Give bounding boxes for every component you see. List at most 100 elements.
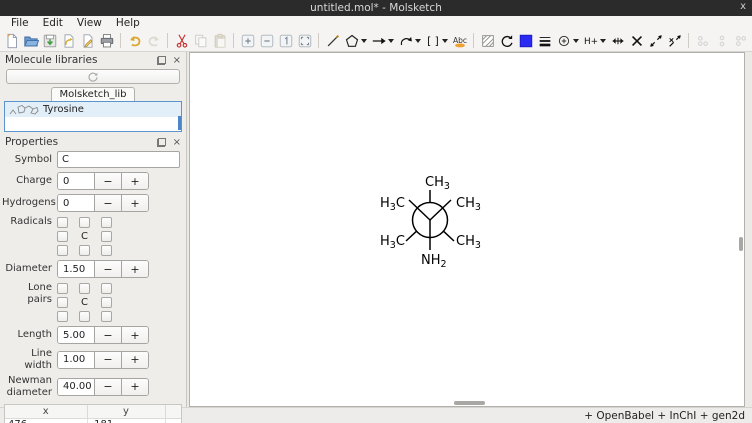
library-panel-header: Molecule libraries × <box>0 53 186 67</box>
menu-help[interactable]: Help <box>109 17 147 29</box>
hydrogen-tool-dropdown-icon[interactable] <box>600 39 606 43</box>
close-panel-icon[interactable]: × <box>173 56 181 65</box>
diameter-decrease-button[interactable]: − <box>94 261 121 277</box>
close-panel-icon[interactable]: × <box>173 138 181 147</box>
library-list-scrollbar[interactable] <box>178 116 181 130</box>
ring-tool-dropdown-icon[interactable] <box>361 39 367 43</box>
drawing-canvas[interactable]: CH3 H3C CH3 H3C CH3 NH2 <box>189 52 745 407</box>
horizontal-scrollbar[interactable] <box>454 401 485 405</box>
lone-pairs-checkbox[interactable] <box>101 297 112 308</box>
zoom-original-button[interactable] <box>276 31 295 50</box>
line-width-value[interactable]: 1.00 <box>58 352 94 368</box>
coord-cell[interactable] <box>165 418 181 423</box>
align-middle-icon <box>714 33 730 49</box>
lone-pairs-checkbox[interactable] <box>101 311 112 322</box>
vertical-scrollbar[interactable] <box>739 237 743 251</box>
length-value[interactable]: 5.00 <box>58 327 94 343</box>
diameter-increase-button[interactable]: + <box>121 261 148 277</box>
zoom-in-button[interactable] <box>238 31 257 50</box>
line-width-increase-button[interactable]: + <box>121 352 148 368</box>
diameter-value[interactable]: 1.50 <box>58 261 94 277</box>
tab-molsketch-lib[interactable]: Molsketch_lib <box>51 87 136 101</box>
library-item-tyrosine[interactable]: Tyrosine <box>5 102 181 117</box>
hydrogen-tool-button[interactable]: H+ <box>581 31 600 50</box>
newman-diameter-increase-button[interactable]: + <box>121 379 148 395</box>
charge-tool-dropdown-icon[interactable] <box>573 39 579 43</box>
text-tool-button[interactable]: Abc <box>450 31 469 50</box>
charge-value[interactable]: 0 <box>58 173 94 189</box>
reaction-arrow-tool-button[interactable] <box>369 31 388 50</box>
color-tool-button[interactable] <box>516 31 535 50</box>
bracket-tool-button[interactable]: [ ] <box>423 31 442 50</box>
length-increase-button[interactable]: + <box>121 327 148 343</box>
coord-column-header: y <box>87 405 165 418</box>
hatch-tool-button[interactable] <box>478 31 497 50</box>
save-as-document-button[interactable] <box>59 31 78 50</box>
radicals-checkbox[interactable] <box>57 217 68 228</box>
rotate-tool-button[interactable] <box>497 31 516 50</box>
line-width-tool-icon <box>537 33 553 49</box>
radicals-checkbox[interactable] <box>101 245 112 256</box>
charge-tool-button[interactable] <box>554 31 573 50</box>
window-title: untitled.mol* - Molsketch <box>0 2 752 14</box>
menu-edit[interactable]: Edit <box>36 17 70 29</box>
zoom-out-button[interactable] <box>257 31 276 50</box>
draw-tool-icon <box>325 33 341 49</box>
copy-button <box>191 31 210 50</box>
charge-decrease-button[interactable]: − <box>94 173 121 189</box>
charge-increase-button[interactable]: + <box>121 173 148 189</box>
unmap-atoms-tool-button[interactable] <box>665 31 684 50</box>
radicals-checkbox[interactable] <box>101 231 112 242</box>
newman-diameter-decrease-button[interactable]: − <box>94 379 121 395</box>
refresh-library-button[interactable] <box>6 69 180 84</box>
lone-pairs-checkbox[interactable] <box>101 283 112 294</box>
draw-tool-button[interactable] <box>323 31 342 50</box>
coord-table-row[interactable]: 476-181 <box>5 418 181 423</box>
delete-tool-button[interactable] <box>627 31 646 50</box>
hydrogens-decrease-button[interactable]: − <box>94 195 121 211</box>
length-decrease-button[interactable]: − <box>94 327 121 343</box>
print-document-button[interactable] <box>97 31 116 50</box>
coord-cell[interactable]: 476 <box>5 418 87 423</box>
menu-file[interactable]: File <box>4 17 36 29</box>
lone-pairs-checkbox[interactable] <box>79 283 90 294</box>
export-document-button[interactable] <box>78 31 97 50</box>
lone-pairs-checkbox[interactable] <box>57 297 68 308</box>
menu-view[interactable]: View <box>70 17 109 29</box>
cut-button[interactable] <box>172 31 191 50</box>
coord-cell[interactable]: -181 <box>87 418 165 423</box>
move-tool-button[interactable] <box>608 31 627 50</box>
radicals-checkbox[interactable] <box>79 217 90 228</box>
lone-pairs-checkbox[interactable] <box>57 283 68 294</box>
mechanism-arrow-tool-button[interactable] <box>396 31 415 50</box>
save-document-button[interactable] <box>40 31 59 50</box>
reaction-arrow-tool-dropdown-icon[interactable] <box>388 39 394 43</box>
window-close-button[interactable]: x <box>740 1 746 12</box>
new-document-button[interactable] <box>2 31 21 50</box>
lone-pairs-checkbox[interactable] <box>57 311 68 322</box>
align-top-icon <box>733 33 749 49</box>
symbol-input[interactable]: C <box>57 151 180 168</box>
radicals-checkbox[interactable] <box>79 245 90 256</box>
float-panel-icon[interactable] <box>157 138 166 147</box>
line-width-tool-button[interactable] <box>535 31 554 50</box>
radicals-checkbox[interactable] <box>101 217 112 228</box>
radicals-checkbox[interactable] <box>57 231 68 242</box>
save-document-icon <box>42 33 58 49</box>
hydrogens-value[interactable]: 0 <box>58 195 94 211</box>
bracket-tool-dropdown-icon[interactable] <box>442 39 448 43</box>
lone-pairs-checkbox[interactable] <box>79 311 90 322</box>
map-atoms-tool-button[interactable] <box>646 31 665 50</box>
undo-button[interactable] <box>125 31 144 50</box>
cut-icon <box>174 33 190 49</box>
float-panel-icon[interactable] <box>157 56 166 65</box>
zoom-fit-button[interactable] <box>295 31 314 50</box>
newman-diameter-value[interactable]: 40.00 <box>58 379 94 395</box>
mechanism-arrow-tool-dropdown-icon[interactable] <box>415 39 421 43</box>
ring-tool-button[interactable] <box>342 31 361 50</box>
open-document-button[interactable] <box>21 31 40 50</box>
align-bottom-button <box>693 31 712 50</box>
line-width-decrease-button[interactable]: − <box>94 352 121 368</box>
hydrogens-increase-button[interactable]: + <box>121 195 148 211</box>
radicals-checkbox[interactable] <box>57 245 68 256</box>
